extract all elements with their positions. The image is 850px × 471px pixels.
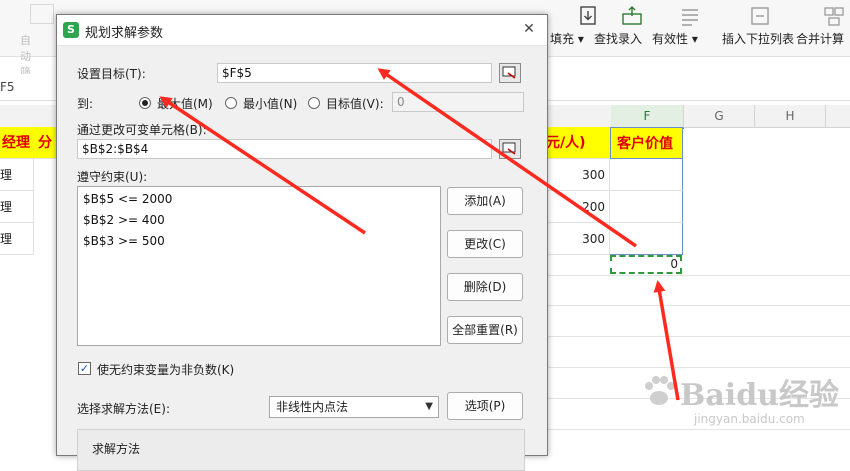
nonnegative-checkbox-label: 使无约束变量为非负数(K) [97,363,235,377]
validity-icon [682,9,698,26]
solver-parameters-dialog: S 规划求解参数 ✕ 设置目标(T): $F$5 到: 最大值(M) 最小值(N… [56,14,548,471]
lookup-entry-icon [622,6,642,25]
column-header-f[interactable]: F [611,105,684,129]
customer-value-cell[interactable] [610,223,683,255]
grid-line [546,367,850,368]
delete-constraint-button[interactable]: 删除(D) [447,273,523,301]
selected-cell-f5[interactable]: 0 [610,255,682,274]
customer-value-cell[interactable] [610,159,683,191]
dropdown-list-icon [751,7,769,25]
value-cell[interactable]: 200 [546,191,610,223]
row-label-cell[interactable]: 理 [0,159,34,191]
column-header-h[interactable]: H [755,105,826,127]
constraint-item[interactable]: $B$2 >= 400 [83,213,165,227]
range-select-icon [502,142,516,155]
constraint-item[interactable]: $B$5 <= 2000 [83,192,172,206]
consolidate-icon [824,7,844,26]
filter-icon [30,4,54,24]
options-button[interactable]: 选项(P) [447,392,523,420]
radio-target-label: 目标值(V): [326,97,384,111]
objective-range-select-button[interactable] [499,63,521,83]
paw-logo-icon [645,376,675,405]
target-value-input[interactable]: 0 [392,92,524,112]
constraints-list[interactable]: $B$5 <= 2000 $B$2 >= 400 $B$3 >= 500 [77,186,441,346]
value-cell[interactable]: 300 [546,223,610,255]
header-cell-customer-value[interactable]: 客户价值 [610,127,683,159]
changing-cells-input[interactable]: $B$2:$B$4 [77,139,492,159]
set-objective-label: 设置目标(T): [77,67,146,81]
grid-line [546,275,850,276]
solving-method-group: 求解方法 [77,429,525,471]
cell-reference: F5 [0,80,15,94]
change-constraint-button[interactable]: 更改(C) [447,230,523,258]
value-cell[interactable]: 300 [546,159,610,191]
grid-line [546,336,850,337]
close-button[interactable]: ✕ [517,18,541,40]
radio-max-label: 最大值(M) [157,97,213,111]
reset-all-button[interactable]: 全部重置(R) [447,316,523,344]
header-cell-partial[interactable]: 分 [34,127,56,159]
header-cell-manager[interactable]: 经理 [0,127,34,159]
changing-cells-label: 通过更改可变单元格(B): [77,123,207,137]
consolidate-button[interactable]: 合并计算 [796,4,850,54]
changing-cells-range-button[interactable] [499,139,521,159]
set-objective-input[interactable]: $F$5 [217,63,492,83]
range-select-icon [502,66,516,79]
header-cell-unit-price[interactable]: 元/人) [546,127,610,159]
watermark-url: jingyan.baidu.com [694,412,805,426]
radio-target-value[interactable] [308,97,320,109]
customer-value-cell[interactable] [610,191,683,223]
radio-min[interactable] [225,97,237,109]
chevron-down-icon: ▼ [425,401,433,412]
solving-method-select[interactable]: 非线性内点法 ▼ [269,396,439,418]
app-logo-icon: S [63,22,79,38]
column-header-g[interactable]: G [684,105,755,127]
constraints-label: 遵守约束(U): [77,170,148,184]
dialog-title: 规划求解参数 [85,26,164,41]
radio-min-label: 最小值(N) [243,97,298,111]
validity-button[interactable]: 有效性 ▾ [652,4,728,54]
to-label: 到: [77,97,94,111]
nonnegative-checkbox[interactable]: ✓ [78,362,91,375]
grid-line [546,305,850,306]
solving-method-group-title: 求解方法 [92,442,141,456]
close-icon: ✕ [523,21,535,37]
watermark-brand: Baidu经验 [680,378,839,413]
row-label-cell[interactable]: 理 [0,223,34,255]
dialog-titlebar[interactable]: S 规划求解参数 ✕ [57,15,547,46]
add-constraint-button[interactable]: 添加(A) [447,187,523,215]
solving-method-label: 选择求解方法(E): [77,402,170,416]
radio-max[interactable] [139,97,151,109]
insert-dropdown-list-button[interactable]: 插入下拉列表 [722,4,798,54]
baidu-watermark: Baidu经验 jingyan.baidu.com [640,370,840,440]
row-label-cell[interactable]: 理 [0,191,34,223]
constraint-item[interactable]: $B$3 >= 500 [83,234,165,248]
solving-method-value: 非线性内点法 [276,400,349,414]
